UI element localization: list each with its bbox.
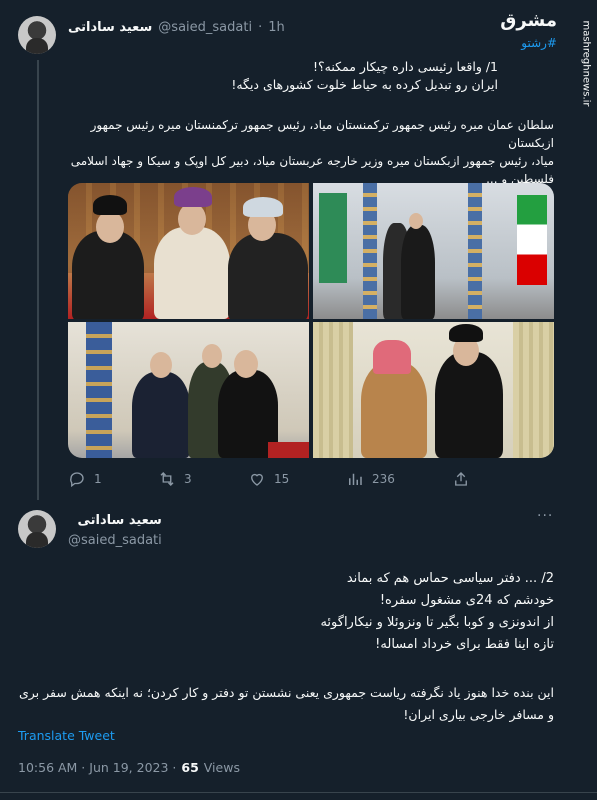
user-handle[interactable]: @saied_sadati bbox=[68, 532, 162, 550]
photo-2[interactable] bbox=[313, 183, 554, 319]
tweet-time[interactable]: 1h bbox=[268, 20, 285, 35]
tweet1-actions: 1 3 15 236 bbox=[68, 470, 488, 490]
retweet-icon bbox=[160, 472, 174, 486]
translate-tweet-link[interactable]: Translate Tweet bbox=[18, 728, 115, 743]
tweet-line: از اندونزی و کوبا بگیر تا ونزوئلا و نیکا… bbox=[320, 615, 554, 630]
timestamp-text[interactable]: 10:56 AM · Jun 19, 2023 · bbox=[18, 760, 176, 775]
person-figure bbox=[361, 362, 427, 458]
analytics-icon bbox=[349, 473, 362, 485]
more-options-icon[interactable]: ··· bbox=[537, 508, 553, 524]
views-count: 65 bbox=[181, 760, 199, 775]
heart-icon bbox=[251, 473, 263, 486]
column bbox=[363, 183, 377, 319]
retweet-button[interactable]: 3 bbox=[158, 470, 192, 488]
flag-green bbox=[319, 193, 347, 283]
tweet1-text-b: سلطان عمان میره رئیس جمهور ترکمنستان میا… bbox=[68, 116, 554, 188]
column bbox=[468, 183, 482, 319]
retweet-count: 3 bbox=[184, 472, 192, 486]
tweet-line: میاد، رئیس جمهور ازبکستان میره وزیر خارج… bbox=[70, 154, 554, 168]
tweet-line: سلطان عمان میره رئیس جمهور ترکمنستان میا… bbox=[90, 118, 554, 150]
tweet2-text-b: این بنده خدا هنوز یاد نگرفته ریاست جمهور… bbox=[18, 682, 554, 726]
watermark-hashtag: #رشتو bbox=[521, 36, 557, 50]
tweet-line: 1/ واقعا رئیسی داره چیکار ممکنه؟! bbox=[312, 59, 498, 74]
turban bbox=[93, 195, 127, 215]
red-carpet bbox=[268, 442, 309, 458]
tweet1-header: سعید ساداتی @saied_sadati · 1h bbox=[68, 18, 285, 36]
person-figure bbox=[72, 231, 144, 319]
person-figure bbox=[154, 227, 230, 319]
tweet-line: تازه اینا فقط برای خرداد امساله! bbox=[375, 637, 554, 652]
display-name[interactable]: سعید ساداتی bbox=[68, 20, 152, 35]
turban bbox=[243, 197, 283, 217]
thread-line bbox=[37, 60, 39, 500]
display-name[interactable]: سعید ساداتی bbox=[68, 512, 161, 530]
column bbox=[86, 322, 112, 458]
tweet1-text-a: 1/ واقعا رئیسی داره چیکار ممکنه؟! ایران … bbox=[68, 58, 498, 94]
tweet-line: 2/ ... دفتر سیاسی حماس هم که بماند bbox=[346, 571, 554, 586]
share-icon bbox=[455, 472, 467, 486]
person-figure bbox=[228, 233, 308, 319]
headdress bbox=[373, 340, 411, 374]
person-head bbox=[178, 203, 206, 235]
views-label: Views bbox=[203, 760, 240, 775]
person-head bbox=[96, 211, 124, 243]
person-head bbox=[409, 213, 423, 229]
views-button[interactable]: 236 bbox=[346, 470, 395, 488]
avatar[interactable] bbox=[18, 510, 56, 548]
watermark-brand: مشرق bbox=[500, 10, 557, 31]
like-count: 15 bbox=[274, 472, 290, 486]
person-figure bbox=[132, 372, 190, 458]
tweet-line: خودشم که 24ی مشغول سفره! bbox=[379, 593, 554, 608]
share-button[interactable] bbox=[452, 470, 470, 488]
tweet-line: و مسافر خارجی بیاری ایران! bbox=[403, 707, 554, 722]
reply-count: 1 bbox=[94, 472, 102, 486]
reply-icon bbox=[70, 472, 84, 488]
views-count: 236 bbox=[372, 472, 395, 486]
curtain bbox=[513, 322, 554, 458]
person-head bbox=[150, 352, 172, 378]
person-head bbox=[202, 344, 222, 368]
like-button[interactable]: 15 bbox=[248, 470, 289, 488]
watermark-site: mashreghnews.ir bbox=[580, 20, 592, 107]
watermark: مشرق #رشتو mashreghnews.ir bbox=[500, 10, 592, 125]
photo-grid bbox=[68, 183, 554, 458]
reply-button[interactable]: 1 bbox=[68, 470, 102, 488]
avatar[interactable] bbox=[18, 16, 56, 54]
person-figure bbox=[401, 225, 435, 319]
divider bbox=[0, 792, 597, 793]
person-head bbox=[234, 350, 258, 378]
tweet-line: ایران رو تبدیل کرده به حیاط خلوت کشورهای… bbox=[231, 77, 498, 92]
person-figure bbox=[435, 352, 503, 458]
photo-1[interactable] bbox=[68, 183, 309, 319]
photo-4[interactable] bbox=[313, 322, 554, 458]
tweet2-text-a: 2/ ... دفتر سیاسی حماس هم که بماند خودشم… bbox=[68, 568, 554, 656]
tweet-line: این بنده خدا هنوز یاد نگرفته ریاست جمهور… bbox=[18, 685, 554, 700]
flag-iran bbox=[517, 195, 547, 285]
photo-3[interactable] bbox=[68, 322, 309, 458]
tweet-timestamp: 10:56 AM · Jun 19, 2023 · 65 Views bbox=[18, 760, 240, 775]
turban bbox=[174, 187, 212, 207]
separator: · bbox=[258, 19, 263, 35]
curtain bbox=[313, 322, 353, 458]
tweet2-header: سعید ساداتی @saied_sadati bbox=[68, 512, 162, 550]
user-handle[interactable]: @saied_sadati bbox=[158, 20, 252, 35]
turban bbox=[449, 324, 483, 342]
